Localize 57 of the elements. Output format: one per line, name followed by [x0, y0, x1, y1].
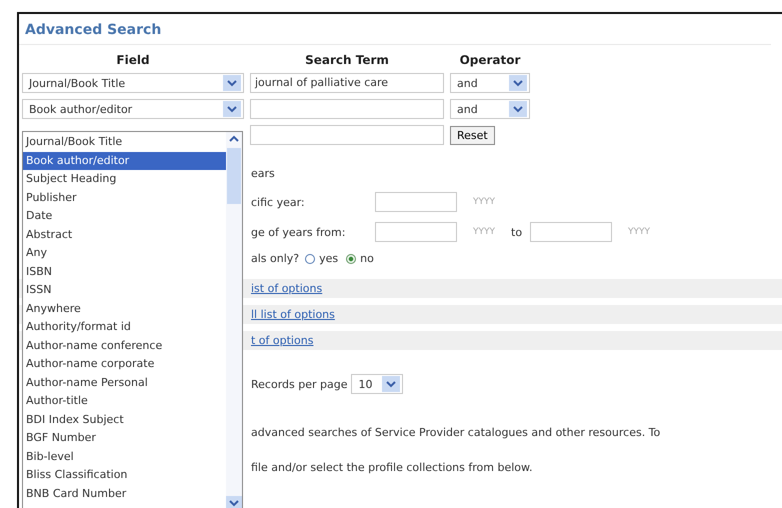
dropdown-option[interactable]: BNB Card Number: [23, 484, 226, 503]
column-header: Search Term: [304, 53, 390, 67]
dropdown-option[interactable]: Author-name Personal: [23, 374, 226, 392]
dropdown-option[interactable]: Author-title: [23, 392, 226, 410]
field-select[interactable]: Journal/Book Title: [22, 73, 244, 93]
dropdown-option[interactable]: Author-name corporate: [23, 355, 226, 374]
section-label: ears: [251, 167, 276, 180]
dropdown-option[interactable]: Bliss Classification: [23, 466, 226, 484]
dropdown-option[interactable]: Date: [23, 207, 226, 226]
page-title: Advanced Search: [19, 14, 771, 45]
dropdown-option[interactable]: Book author/editor: [23, 152, 226, 170]
search-term-field[interactable]: journal of palliative care: [250, 73, 444, 93]
dropdown-option[interactable]: Author-name conference: [23, 336, 226, 355]
radio-label: yes: [319, 252, 338, 265]
year-field[interactable]: [530, 222, 612, 242]
scrollbar[interactable]: [226, 132, 242, 508]
format-hint: YYYY: [628, 227, 650, 237]
scroll-thumb[interactable]: [227, 148, 241, 204]
info-text: advanced searches of Service Provider catalogues and other resources. To: [251, 426, 662, 439]
operator-select[interactable]: and: [450, 73, 530, 93]
format-hint: YYYY: [473, 227, 495, 237]
options-link[interactable]: t of options: [251, 334, 314, 347]
dropdown-option[interactable]: ISSN: [23, 281, 226, 300]
search-term-field[interactable]: [250, 99, 444, 119]
radio-button[interactable]: [346, 254, 356, 264]
dropdown-option[interactable]: Abstract: [23, 226, 226, 244]
field-label: cific year:: [251, 196, 306, 208]
field-label: Records per page: [251, 378, 348, 390]
field-select[interactable]: Book author/editor: [22, 99, 244, 119]
options-link[interactable]: ist of options: [251, 282, 322, 295]
field-label: als only?: [251, 252, 300, 265]
to-label: to: [511, 226, 522, 238]
dropdown-option[interactable]: Any: [23, 244, 226, 262]
column-header: Operator: [458, 53, 522, 67]
radio-button[interactable]: [305, 254, 316, 264]
operator-select[interactable]: and: [450, 99, 530, 119]
dropdown-option[interactable]: Subject Heading: [23, 170, 226, 188]
field-label: ge of years from:: [251, 226, 346, 238]
search-term-field[interactable]: [250, 125, 444, 145]
dropdown-option[interactable]: BDI Index Subject: [23, 410, 226, 429]
year-field[interactable]: [375, 222, 457, 242]
reset-button[interactable]: Reset: [450, 126, 495, 144]
dropdown-option[interactable]: Publisher: [23, 188, 226, 207]
dropdown-option[interactable]: ISBN: [23, 262, 226, 281]
dropdown-option[interactable]: Journal/Book Title: [23, 133, 226, 152]
info-text: file and/or select the profile collections from below.: [251, 461, 534, 474]
dropdown-option[interactable]: BGF Number: [23, 429, 226, 448]
radio-label: no: [360, 252, 374, 265]
records-select[interactable]: 10: [351, 374, 404, 394]
format-hint: YYYY: [473, 197, 495, 207]
scroll-down-icon[interactable]: [226, 496, 242, 508]
options-link[interactable]: ll list of options: [251, 308, 335, 321]
dropdown-option[interactable]: Bib-level: [23, 448, 226, 466]
column-header: Field: [115, 53, 151, 67]
dropdown-option[interactable]: Anywhere: [23, 300, 226, 318]
dropdown-option[interactable]: Authority/format id: [23, 318, 226, 336]
year-field[interactable]: [375, 192, 457, 212]
